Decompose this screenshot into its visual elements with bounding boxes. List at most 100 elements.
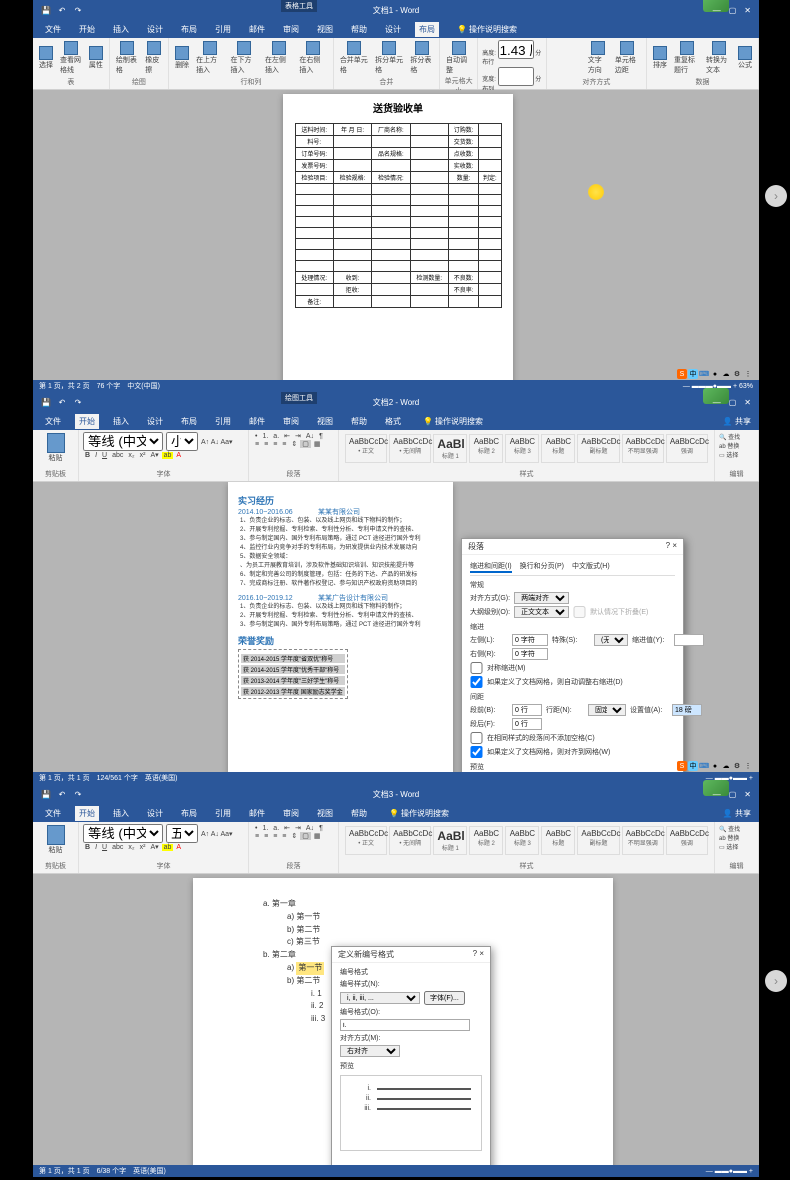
maximize-icon[interactable]: ▢	[729, 398, 737, 407]
table-cell[interactable]	[372, 160, 410, 172]
row-height-input[interactable]	[498, 40, 534, 59]
properties-button[interactable]: 属性	[87, 45, 105, 71]
table-cell[interactable]	[479, 136, 501, 148]
style-item[interactable]: AaBbC标题 2	[469, 434, 503, 463]
table-cell[interactable]	[372, 184, 410, 195]
table-cell[interactable]	[333, 239, 371, 250]
minimize-icon[interactable]: —	[713, 790, 721, 799]
table-cell[interactable]	[372, 136, 410, 148]
tab-file[interactable]: 文件	[41, 806, 65, 821]
table-cell[interactable]: 厂商名称:	[372, 124, 410, 136]
style-item[interactable]: AaBbC标题 2	[469, 826, 503, 855]
font-color-button[interactable]: A	[174, 452, 183, 459]
table-cell[interactable]	[410, 284, 448, 296]
no-space-same-style-checkbox[interactable]	[470, 732, 483, 744]
table-cell[interactable]: 判定:	[479, 172, 501, 184]
find-button[interactable]: 🔍 查找	[719, 824, 754, 833]
tab-mailings[interactable]: 邮件	[245, 806, 269, 821]
paste-button[interactable]: 粘贴	[37, 824, 74, 856]
maximize-icon[interactable]: ▢	[729, 6, 737, 15]
italic-button[interactable]: I	[93, 452, 99, 459]
insert-right-button[interactable]: 在右侧插入	[297, 40, 328, 76]
table-cell[interactable]: 料号:	[295, 136, 333, 148]
table-cell[interactable]: 检验规格:	[333, 172, 371, 184]
table-cell[interactable]: 检验项目:	[295, 172, 333, 184]
table-cell[interactable]	[410, 184, 448, 195]
style-item[interactable]: AaBl标题 1	[433, 826, 467, 855]
close-icon[interactable]: ✕	[744, 398, 751, 407]
indent-by-input[interactable]	[674, 634, 704, 646]
tab-review[interactable]: 审阅	[279, 22, 303, 37]
tab-home[interactable]: 开始	[75, 806, 99, 821]
table-cell[interactable]: 订购数:	[448, 124, 478, 136]
table-cell[interactable]	[372, 284, 410, 296]
styles-gallery[interactable]: AaBbCcDc• 正文AaBbCcDc• 无间隔AaBl标题 1AaBbC标题…	[343, 824, 710, 857]
tab-file[interactable]: 文件	[41, 22, 65, 37]
tab-table-layout[interactable]: 布局	[415, 22, 439, 37]
table-cell[interactable]	[479, 250, 501, 261]
paste-button[interactable]: 粘贴	[37, 432, 74, 464]
tab-asian[interactable]: 中文版式(H)	[572, 561, 610, 573]
table-cell[interactable]	[333, 296, 371, 308]
tab-layout[interactable]: 布局	[177, 806, 201, 821]
tell-me-search[interactable]: 💡 操作说明搜索	[457, 24, 517, 35]
save-icon[interactable]: 💾	[41, 5, 51, 15]
table-cell[interactable]	[333, 136, 371, 148]
style-item[interactable]: AaBbCcDc不明显强调	[622, 826, 664, 855]
draw-table-button[interactable]: 绘制表格	[114, 40, 140, 76]
table-cell[interactable]	[448, 206, 478, 217]
sort-button[interactable]: 排序	[651, 45, 669, 71]
select-menu[interactable]: ▭ 选择	[719, 450, 754, 459]
table-cell[interactable]	[410, 250, 448, 261]
table-cell[interactable]	[410, 261, 448, 272]
tab-help[interactable]: 帮助	[347, 806, 371, 821]
replace-button[interactable]: ab 替换	[719, 441, 754, 450]
table-cell[interactable]	[410, 136, 448, 148]
minimize-icon[interactable]: —	[713, 398, 721, 407]
tell-me-search[interactable]: 💡 操作说明搜索	[389, 808, 449, 819]
delivery-table[interactable]: 送料时间:年 月 日:厂商名称:订购数:料号:交货数:订单号码:品名规格:点收数…	[295, 123, 502, 308]
table-cell[interactable]	[479, 296, 501, 308]
mirror-indent-checkbox[interactable]	[470, 662, 483, 674]
tab-design[interactable]: 设计	[143, 22, 167, 37]
table-cell[interactable]	[410, 160, 448, 172]
numbering-button[interactable]: 1.	[260, 433, 270, 440]
bold-button[interactable]: B	[83, 452, 92, 459]
tell-me-search[interactable]: 💡 操作说明搜索	[423, 416, 483, 427]
table-cell[interactable]: 检测数量:	[410, 272, 448, 284]
tab-insert[interactable]: 插入	[109, 414, 133, 429]
table-cell[interactable]: 收到:	[333, 272, 371, 284]
cell-margins-button[interactable]: 单元格边距	[613, 40, 642, 76]
tab-home[interactable]: 开始	[75, 414, 99, 429]
table-cell[interactable]	[479, 148, 501, 160]
table-cell[interactable]	[295, 250, 333, 261]
tab-mailings[interactable]: 邮件	[245, 22, 269, 37]
close-icon[interactable]: ✕	[744, 6, 751, 15]
table-cell[interactable]: 不良率:	[448, 284, 478, 296]
table-cell[interactable]	[448, 195, 478, 206]
tab-insert[interactable]: 插入	[109, 22, 133, 37]
subscript-button[interactable]: x₂	[126, 452, 136, 459]
align-select[interactable]: 右对齐	[340, 1045, 400, 1057]
style-item[interactable]: AaBbCcDc• 无间隔	[389, 826, 431, 855]
font-button[interactable]: 字体(F)...	[424, 991, 465, 1005]
split-cells-button[interactable]: 拆分单元格	[373, 40, 405, 76]
table-cell[interactable]	[410, 296, 448, 308]
insert-above-button[interactable]: 在上方插入	[194, 40, 225, 76]
bold-button[interactable]: B	[83, 844, 92, 851]
table-cell[interactable]: 品名规格:	[372, 148, 410, 160]
text-effect-button[interactable]: A▾	[148, 451, 160, 459]
table-cell[interactable]	[372, 272, 410, 284]
table-cell[interactable]	[479, 124, 501, 136]
repeat-header-button[interactable]: 重复标题行	[672, 40, 701, 76]
table-cell[interactable]: 处理情况:	[295, 272, 333, 284]
tab-view[interactable]: 视图	[313, 806, 337, 821]
help-icon[interactable]: ?	[666, 541, 670, 550]
replace-button[interactable]: ab 替换	[719, 833, 754, 842]
table-cell[interactable]: 检验情况:	[372, 172, 410, 184]
style-item[interactable]: AaBbCcDc• 正文	[345, 434, 387, 463]
table-cell[interactable]	[479, 228, 501, 239]
table-cell[interactable]	[372, 206, 410, 217]
styles-gallery[interactable]: AaBbCcDc• 正文AaBbCcDc• 无间隔AaBl标题 1AaBbC标题…	[343, 432, 710, 465]
tab-help[interactable]: 帮助	[347, 22, 371, 37]
